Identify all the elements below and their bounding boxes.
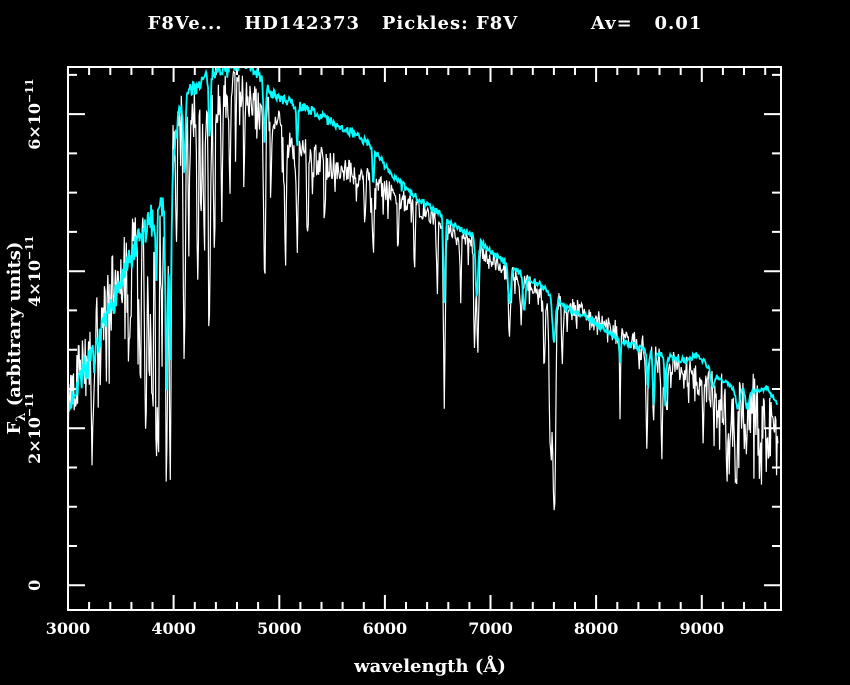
y-tick-labels: 0 2×10−11 4×10−11 6×10−11 bbox=[23, 78, 44, 590]
y-tick-label: 2×10−11 bbox=[23, 393, 44, 464]
x-tick-label: 8000 bbox=[574, 619, 619, 638]
spectrum-chart: F8Ve... HD142373 Pickles: F8V Av= 0.01 3… bbox=[4, 13, 782, 677]
x-tick-label: 7000 bbox=[468, 619, 513, 638]
x-tick-label: 9000 bbox=[680, 619, 725, 638]
x-tick-labels: 3000 4000 5000 6000 7000 8000 9000 bbox=[46, 619, 724, 638]
plot-area bbox=[69, 68, 779, 511]
x-tick-label: 4000 bbox=[151, 619, 196, 638]
plot-title: F8Ve... HD142373 Pickles: F8V Av= 0.01 bbox=[148, 13, 703, 34]
spectrum-plot-window: F8Ve... HD142373 Pickles: F8V Av= 0.01 3… bbox=[0, 0, 850, 685]
x-tick-label: 6000 bbox=[363, 619, 408, 638]
y-tick-label: 6×10−11 bbox=[23, 78, 44, 149]
y-tick-label: 0 bbox=[25, 580, 44, 591]
y-tick-label: 4×10−11 bbox=[23, 235, 44, 306]
x-tick-label: 3000 bbox=[46, 619, 91, 638]
x-tick-label: 5000 bbox=[257, 619, 302, 638]
x-axis-label: wavelength (Å) bbox=[353, 654, 506, 677]
observed-spectrum-line bbox=[69, 69, 779, 511]
